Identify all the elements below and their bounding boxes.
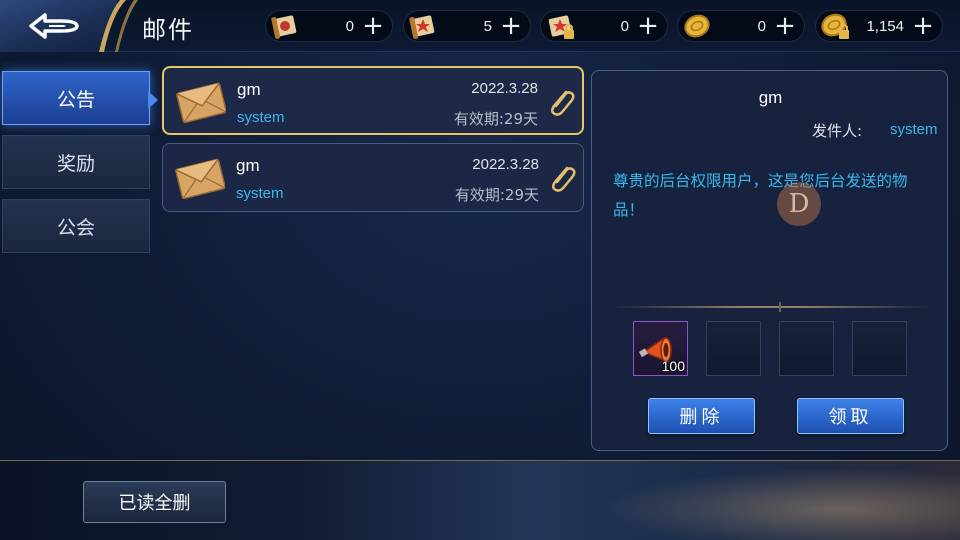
currency-value: 5 — [483, 18, 492, 35]
active-tab-arrow — [148, 91, 158, 109]
header-swoosh-decoration — [99, 0, 138, 52]
currency-value: 0 — [345, 18, 354, 35]
currency-gold-coin: 0 + — [677, 10, 805, 42]
mail-body-text: 尊贵的后台权限用户，这是您后台发送的物品！ — [613, 172, 908, 219]
mail-expiry: 有效期:29天 — [454, 186, 539, 204]
add-currency-button[interactable]: + — [772, 13, 798, 40]
from-value: system — [890, 121, 938, 138]
attachment-quantity: 100 — [661, 358, 685, 374]
attachment-clip-icon — [552, 166, 576, 192]
tab-rewards[interactable]: 奖励 — [2, 135, 150, 189]
tab-guild[interactable]: 公会 — [2, 199, 150, 253]
divider-notch — [779, 302, 781, 312]
from-label: 发件人: — [812, 122, 863, 140]
add-currency-button[interactable]: + — [360, 13, 386, 40]
attachment-clip-icon — [551, 90, 575, 116]
detail-sender-name: gm — [758, 88, 783, 107]
add-currency-button[interactable]: + — [498, 13, 524, 40]
watermark-logo: D — [777, 182, 821, 226]
mail-date: 2022.3.28 — [471, 80, 538, 97]
attachment-slot-empty — [779, 321, 834, 376]
scroll-red-icon — [271, 15, 297, 39]
currency-value: 0 — [757, 18, 766, 35]
envelope-icon — [175, 158, 225, 200]
page-title: 邮件 — [142, 16, 194, 44]
claim-button[interactable]: 领取 — [797, 398, 904, 434]
mail-list-item[interactable]: gm system 2022.3.28 有效期:29天 — [162, 143, 584, 212]
envelope-icon — [176, 82, 226, 124]
back-arrow-icon — [29, 13, 79, 39]
attachment-slot-empty — [852, 321, 907, 376]
add-currency-button[interactable]: + — [910, 13, 936, 40]
attachment-slot-empty — [706, 321, 761, 376]
mail-date: 2022.3.28 — [472, 156, 539, 173]
currency-scroll-red: 0 + — [265, 10, 393, 42]
bottom-bar: 已读全删 — [0, 460, 960, 540]
gold-coin-locked-icon — [821, 13, 849, 39]
currency-scroll-locked: 0 + — [540, 10, 668, 42]
delete-all-read-button[interactable]: 已读全删 — [83, 481, 226, 523]
mail-sender-sub: system — [236, 185, 284, 202]
mail-sender: gm — [237, 80, 261, 99]
gold-coin-icon — [684, 14, 710, 38]
attachment-divider — [614, 306, 930, 308]
currency-value: 0 — [620, 18, 629, 35]
tab-announcement[interactable]: 公告 — [2, 71, 150, 125]
mail-sender-sub: system — [237, 109, 285, 126]
bottom-glow-decoration — [560, 461, 960, 540]
currency-gold-coin-locked: 1,154 + — [815, 10, 943, 42]
mail-list-item[interactable]: gm system 2022.3.28 有效期:29天 — [162, 66, 584, 135]
top-bar: 邮件 0 + 5 + 0 + 0 + 1,154 + — [0, 0, 960, 52]
add-currency-button[interactable]: + — [635, 13, 661, 40]
mail-detail-panel: gm 发件人: system 尊贵的后台权限用户，这是您后台发送的物品！ D 1… — [591, 70, 948, 451]
attachment-slot[interactable]: 100 — [633, 321, 688, 376]
currency-scroll-star: 5 + — [403, 10, 531, 42]
scroll-locked-icon — [548, 15, 574, 39]
delete-button[interactable]: 删除 — [648, 398, 755, 434]
scroll-star-icon — [409, 15, 435, 39]
mail-sender: gm — [236, 156, 260, 175]
mail-expiry: 有效期:29天 — [453, 110, 538, 128]
currency-value: 1,154 — [866, 18, 904, 35]
